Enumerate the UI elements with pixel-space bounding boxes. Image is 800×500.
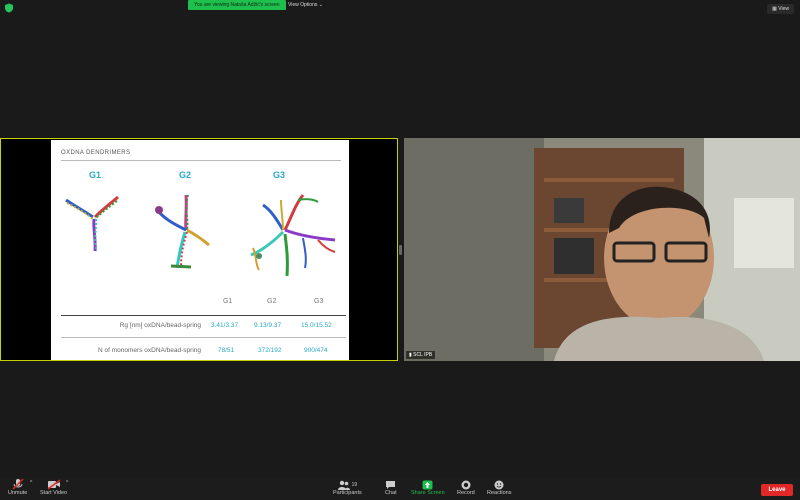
record-icon (461, 480, 471, 489)
table-cell-rg-g1: 3.41/3.37 (211, 322, 239, 329)
table-row-label-monomers: N of monomers oxDNA/bead-spring (98, 347, 201, 354)
presentation-slide: OXDNA DENDRIMERS G1 G2 G3 G1 G2 G3 Rg [n… (51, 140, 349, 360)
unmute-button[interactable]: Unmute (8, 479, 27, 496)
table-col-header-g3: G3 (314, 298, 324, 305)
audio-options-caret[interactable]: ^ (30, 480, 32, 486)
screen-share-banner: You are viewing Nataša Adžić's screen (188, 0, 286, 10)
table-top-rule (61, 315, 346, 316)
unmute-label: Unmute (8, 490, 28, 496)
table-mid-rule (61, 337, 346, 338)
participants-label: Participants (333, 490, 362, 496)
participant-name: SCL IPB (413, 352, 433, 358)
slide-title-rule (61, 160, 341, 161)
table-col-header-g2: G2 (267, 298, 277, 305)
start-video-label: Start Video (40, 490, 68, 496)
table-cell-rg-g2: 9.13/9.37 (254, 322, 282, 329)
security-shield-icon[interactable] (4, 3, 14, 13)
participant-video-feed (404, 138, 800, 361)
table-row-label-rg: Rg [nm] oxDNA/bead-spring (119, 322, 201, 329)
view-button-label: View (778, 6, 789, 12)
table-cell-n-g3: 900/474 (304, 347, 328, 354)
g1-dendrimer-image (65, 195, 119, 252)
view-options-menu[interactable]: View Options ⌄ (288, 0, 323, 10)
meeting-toolbar: Unmute ^ Start Video ^ 19 Participants C… (0, 477, 800, 500)
participant-name-label: ▮ SCL IPB (406, 351, 436, 359)
table-col-header-g1: G1 (223, 298, 233, 305)
generation-label-g3: G3 (273, 170, 286, 180)
start-video-button[interactable]: Start Video (40, 479, 67, 496)
share-screen-label: Share Screen (411, 490, 445, 496)
slide-title: OXDNA DENDRIMERS (61, 150, 131, 156)
participant-count: 19 (351, 481, 358, 488)
g3-dendrimer-image (250, 194, 336, 277)
top-bar: You are viewing Nataša Adžić's screen Vi… (0, 0, 800, 16)
shared-screen-tile[interactable]: OXDNA DENDRIMERS G1 G2 G3 G1 G2 G3 Rg [n… (0, 138, 398, 361)
table-cell-rg-g3: 15.0/15.52 (301, 322, 332, 329)
generation-label-g2: G2 (179, 170, 192, 180)
generation-label-g1: G1 (89, 170, 102, 180)
tile-resize-handle[interactable] (399, 245, 402, 255)
chat-label: Chat (385, 490, 397, 496)
participants-icon (337, 480, 350, 490)
record-button[interactable]: Record (457, 479, 475, 496)
share-screen-icon (422, 480, 433, 489)
reactions-smiley-icon (494, 480, 504, 489)
chat-button[interactable]: Chat (385, 479, 397, 496)
table-cell-n-g2: 372/192 (258, 347, 282, 354)
participants-button[interactable]: 19 Participants (333, 479, 362, 496)
view-button[interactable]: ▦ View (767, 4, 794, 14)
leave-button[interactable]: Leave (761, 484, 793, 496)
reactions-label: Reactions (487, 490, 512, 496)
video-off-icon (47, 479, 61, 490)
participant-video-tile[interactable] (404, 138, 800, 361)
reactions-button[interactable]: Reactions (487, 479, 511, 496)
record-label: Record (457, 490, 475, 496)
share-screen-button[interactable]: Share Screen (411, 479, 445, 496)
chat-icon (386, 480, 396, 489)
g2-dendrimer-image (155, 194, 210, 269)
table-cell-n-g1: 78/51 (218, 347, 235, 354)
video-options-caret[interactable]: ^ (66, 480, 68, 486)
muted-mic-icon (12, 479, 24, 490)
